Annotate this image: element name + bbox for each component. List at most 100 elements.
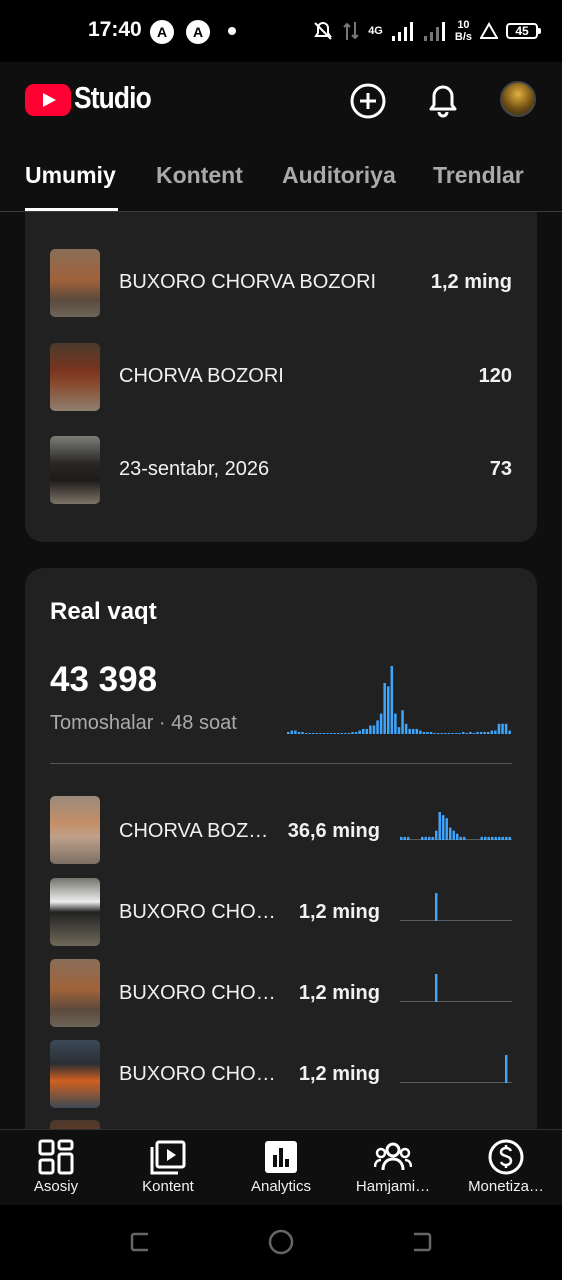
video-views: 1,2 ming (430, 271, 512, 293)
chart-bar (337, 733, 340, 734)
app-notification-icon: A (150, 20, 174, 44)
nav-label: Monetiza… (468, 1178, 544, 1195)
recents-icon[interactable] (128, 1229, 154, 1255)
video-title: CHORVA BOZORI (119, 820, 281, 842)
content-icon (150, 1140, 186, 1175)
add-circle-icon[interactable] (349, 82, 387, 120)
chart-bar (508, 836, 511, 840)
data-transfer-icon (343, 22, 359, 40)
tab-auditoriya[interactable]: Auditoriya (282, 162, 396, 189)
status-time: 17:40 (88, 18, 142, 41)
chart-bar (447, 733, 451, 734)
chart-bar (301, 732, 304, 734)
chart-bar (365, 728, 369, 734)
chart-bar (383, 683, 386, 734)
nav-kontent[interactable]: Kontent (112, 1130, 224, 1206)
system-navigation (0, 1205, 562, 1280)
realtime-views-chart (287, 666, 511, 734)
realtime-subtitle: Tomoshalar · 48 soat (50, 712, 237, 734)
chart-bar (442, 815, 445, 840)
battery-indicator: 45 (506, 23, 541, 39)
chart-bar (497, 723, 501, 734)
chart-bar (498, 836, 501, 840)
chart-bar (487, 732, 490, 734)
chart-bar (454, 733, 458, 734)
chart-bar (487, 836, 490, 840)
nav-monetization[interactable]: Monetiza… (450, 1130, 562, 1206)
chart-bar (376, 720, 379, 734)
chart-bar (297, 732, 301, 734)
chart-bar (407, 836, 410, 840)
chart-bar (326, 733, 329, 734)
chart-bar (415, 728, 419, 734)
chart-bar (394, 713, 397, 734)
main-content[interactable]: BUXORO CHORVA BOZORI 1,2 ming CHORVA BOZ… (0, 212, 562, 1129)
chart-bar (428, 836, 431, 840)
community-icon (374, 1142, 412, 1171)
chart-bar (424, 836, 427, 840)
chart-bar (494, 730, 497, 734)
avatar[interactable] (500, 81, 536, 117)
chart-bar (294, 730, 297, 734)
app-header: Studio (0, 62, 562, 140)
chart-bar (484, 836, 487, 840)
home-icon[interactable] (268, 1229, 294, 1255)
chart-bar (379, 713, 383, 734)
back-icon[interactable] (408, 1229, 434, 1255)
realtime-card[interactable]: Real vaqt 43 398 Tomoshalar · 48 soat CH… (25, 568, 537, 1129)
video-views: 1,2 ming (298, 1063, 380, 1085)
tab-kontent[interactable]: Kontent (156, 162, 243, 189)
dashboard-icon (38, 1139, 74, 1175)
video-thumbnail (50, 343, 100, 411)
dollar-icon (488, 1139, 524, 1175)
chart-bar (369, 725, 372, 734)
video-thumbnail (50, 796, 100, 864)
chart-bar (445, 818, 448, 840)
network-speed: 10 B/s (454, 19, 472, 43)
top-content-card: BUXORO CHORVA BOZORI 1,2 ming CHORVA BOZ… (25, 212, 537, 542)
video-title: BUXORO CHORVA BOZORI (119, 1063, 281, 1085)
video-sparkline (400, 893, 512, 921)
video-title: BUXORO CHORVA BOZORI (119, 901, 281, 923)
tab-trendlar[interactable]: Trendlar (433, 162, 524, 189)
nav-label: Asosiy (33, 1178, 79, 1195)
chart-bar (312, 733, 315, 734)
nav-asosiy[interactable]: Asosiy (0, 1130, 112, 1206)
chart-bar (501, 723, 504, 734)
nav-analytics[interactable]: Analytics (225, 1130, 337, 1206)
video-title: CHORVA BOZORI (119, 365, 284, 387)
chart-bar (472, 733, 476, 734)
chart-bar (387, 686, 390, 734)
chart-bar (351, 732, 354, 734)
video-views: 73 (489, 458, 512, 480)
chart-bar (372, 725, 376, 734)
chart-bar (435, 974, 438, 1002)
video-thumbnail (50, 959, 100, 1027)
chart-bar (504, 723, 508, 734)
nav-community[interactable]: Hamjami… (337, 1130, 449, 1206)
chart-bar (347, 733, 351, 734)
chart-bar (340, 733, 344, 734)
bell-icon[interactable] (424, 82, 462, 120)
chart-bar (426, 732, 429, 734)
chart-bar (437, 733, 440, 734)
realtime-views-count: 43 398 (50, 660, 158, 699)
notification-dot (228, 27, 236, 35)
chart-bar (476, 732, 479, 734)
chart-bar (404, 723, 408, 734)
chart-bar (501, 836, 504, 840)
status-bar: 17:40 A A 4G 10 B/s 45 (0, 0, 562, 62)
chart-bar (459, 836, 462, 840)
chart-bar (456, 833, 459, 840)
chart-bar (354, 732, 358, 734)
chart-bar (435, 830, 438, 840)
chart-bar (322, 733, 326, 734)
video-thumbnail (50, 1120, 100, 1129)
video-sparkline (400, 812, 512, 840)
chart-bar (319, 733, 322, 734)
chart-bar (304, 733, 308, 734)
chart-bar (401, 710, 404, 734)
chart-bar (433, 733, 436, 734)
network-type: 4G (368, 25, 383, 37)
tab-umumiy[interactable]: Umumiy (25, 162, 116, 189)
